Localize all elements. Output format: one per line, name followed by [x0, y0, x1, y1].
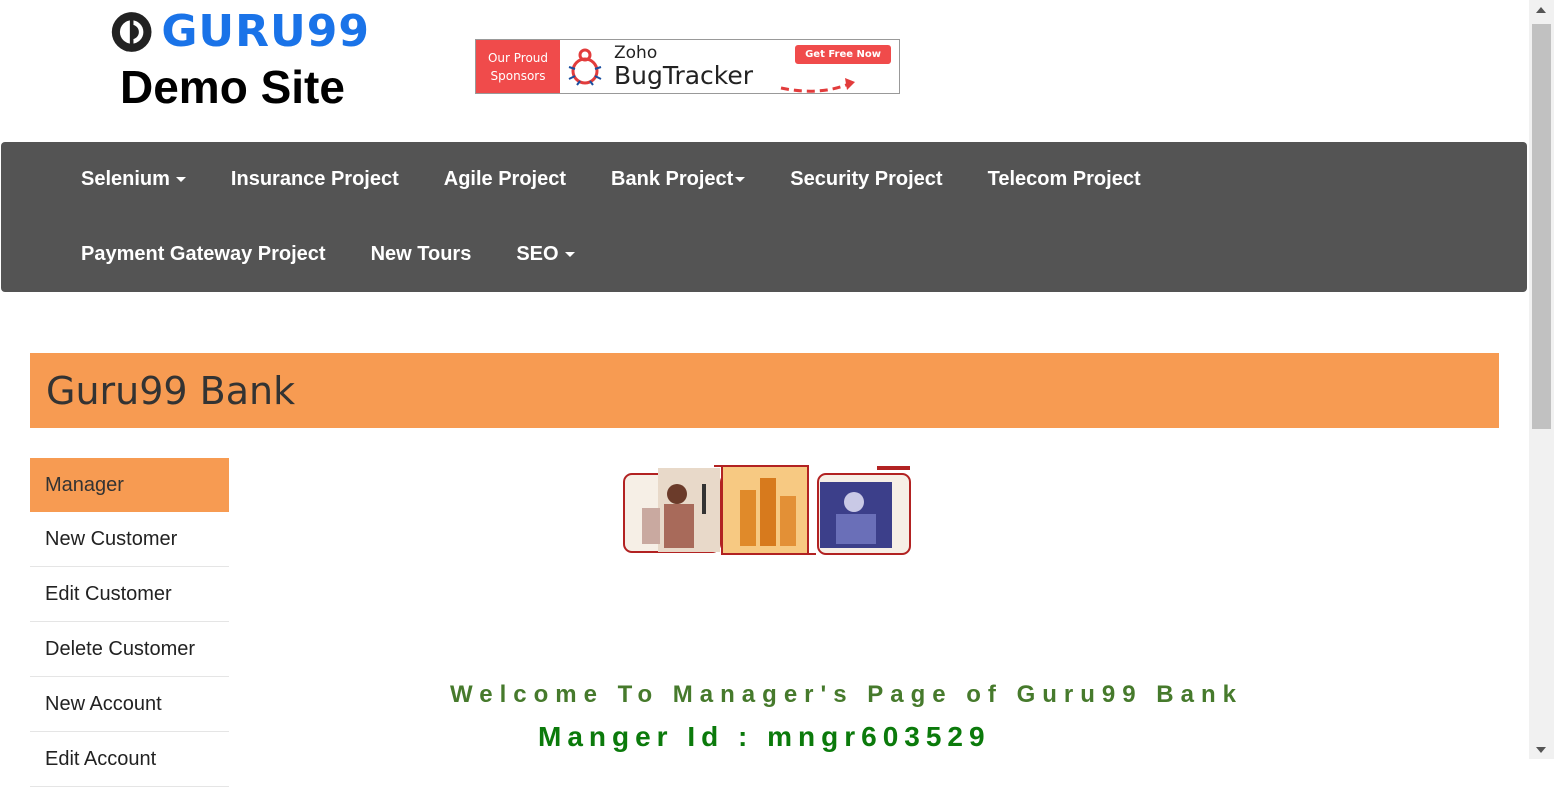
caret-down-icon: [564, 251, 575, 257]
sponsor-label-line1: Our Proud: [487, 50, 549, 65]
nav-selenium[interactable]: Selenium: [81, 168, 186, 191]
sidebar-item-edit-customer[interactable]: Edit Customer: [30, 567, 229, 622]
nav-bank-project-label: Bank Project: [611, 167, 734, 190]
nav-insurance-project[interactable]: Insurance Project: [231, 168, 399, 191]
sidebar-item-new-account[interactable]: New Account: [30, 677, 229, 732]
main-navbar: [1, 142, 1527, 292]
nav-agile-project[interactable]: Agile Project: [444, 168, 566, 191]
welcome-message: Welcome To Manager's Page of Guru99 Bank: [450, 681, 1243, 708]
nav-bank-project[interactable]: Bank Project: [611, 167, 746, 191]
bank-images: [623, 465, 911, 555]
nav-telecom-project-label: Telecom Project: [987, 167, 1141, 190]
scroll-up-icon[interactable]: [1536, 7, 1546, 13]
sidebar-item-new-customer[interactable]: New Customer: [30, 512, 229, 567]
bank-title: Guru99 Bank: [46, 369, 296, 413]
nav-security-project[interactable]: Security Project: [790, 168, 942, 191]
site-logo[interactable]: GURU99 Demo Site: [110, 8, 370, 114]
scroll-down-icon[interactable]: [1536, 747, 1546, 753]
nav-insurance-project-label: Insurance Project: [230, 167, 399, 190]
sponsor-label-line2: Sponsors: [490, 68, 546, 83]
phone-man-image: [623, 468, 721, 553]
bug-icon: [560, 40, 610, 93]
nav-row-2: Payment Gateway Project New Tours SEO: [81, 242, 620, 266]
nav-agile-project-label: Agile Project: [443, 167, 567, 190]
sidebar-item-edit-account[interactable]: Edit Account: [30, 732, 229, 787]
site-title: Demo Site: [120, 61, 345, 113]
nav-telecom-project[interactable]: Telecom Project: [988, 168, 1141, 191]
sponsor-brand: Zoho BugTracker: [610, 40, 753, 93]
scrollbar-thumb[interactable]: [1532, 24, 1551, 429]
guru99-logo-icon: [111, 12, 152, 52]
sidebar-item-manager[interactable]: Manager: [30, 458, 229, 512]
sponsor-label: Our Proud Sponsors: [476, 40, 560, 93]
nav-selenium-label: Selenium: [81, 167, 170, 190]
coins-image: [714, 465, 816, 555]
sidebar-item-delete-customer[interactable]: Delete Customer: [30, 622, 229, 677]
caret-down-icon: [735, 176, 746, 182]
nav-new-tours-label: New Tours: [370, 242, 472, 265]
nav-row-1: Selenium Insurance Project Agile Project…: [81, 167, 1186, 191]
manager-id: Manger Id : mngr603529: [538, 721, 991, 752]
nav-new-tours[interactable]: New Tours: [371, 243, 472, 266]
woman-image: [817, 466, 911, 555]
caret-down-icon: [175, 176, 186, 182]
sponsor-banner[interactable]: Our Proud Sponsors Zoho BugTracker Get F…: [475, 39, 900, 94]
logo-text: GURU99: [161, 6, 370, 57]
bank-banner: Guru99 Bank: [30, 353, 1499, 428]
page-scrollbar[interactable]: [1529, 0, 1554, 759]
nav-seo[interactable]: SEO: [516, 242, 575, 266]
arrow-icon: [780, 78, 855, 93]
nav-security-project-label: Security Project: [790, 167, 943, 190]
get-free-now-button[interactable]: Get Free Now: [795, 45, 891, 64]
nav-seo-label: SEO: [516, 242, 559, 265]
nav-payment-gateway-project[interactable]: Payment Gateway Project: [81, 243, 326, 266]
sponsor-brand-big: BugTracker: [614, 60, 754, 90]
sponsor-brand-small: Zoho: [614, 42, 658, 63]
sidebar-menu: Manager New Customer Edit Customer Delet…: [30, 458, 229, 787]
nav-payment-gateway-label: Payment Gateway Project: [81, 242, 326, 265]
